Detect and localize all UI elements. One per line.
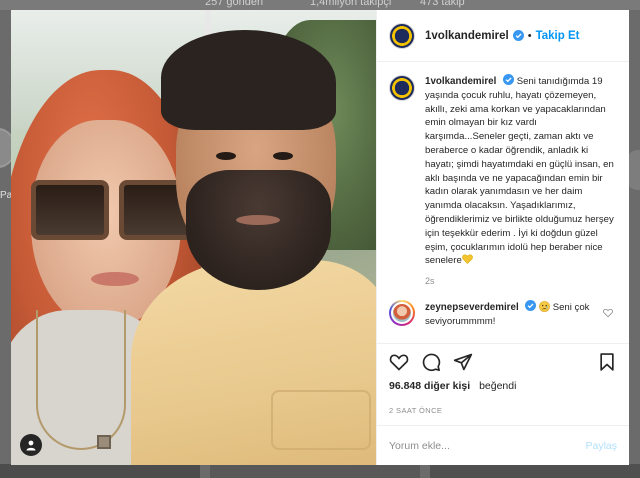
post-date[interactable]: 2 SAAT ÖNCE (389, 406, 617, 415)
following-count: 473 takip (420, 0, 465, 8)
add-comment-bar: Paylaş (377, 425, 629, 465)
caption: 1volkandemirel Seni tanıdığımda 19 yaşın… (389, 74, 617, 268)
likes-count: 96.848 (389, 380, 422, 392)
action-icons (389, 344, 617, 380)
verified-badge-icon (512, 30, 524, 41)
user-icon (26, 440, 36, 451)
post-sidebar: 1volkandemirel • Takip Et 1volkandemirel… (376, 10, 629, 465)
caption-username[interactable]: 1volkandemirel (425, 76, 496, 87)
crying-face-icon (539, 301, 550, 313)
tagged-users-button[interactable] (20, 434, 42, 456)
save-bookmark-icon[interactable] (597, 352, 617, 372)
yellow-heart-icon (462, 254, 473, 265)
comment-input[interactable] (389, 439, 586, 452)
post-actions: 96.848 diğer kişi beğendi 2 SAAT ÖNCE Pa… (377, 343, 629, 465)
grid-thumbnail[interactable] (430, 464, 640, 478)
post-modal: 1volkandemirel • Takip Et 1volkandemirel… (11, 10, 629, 465)
likes-verb: beğendi (479, 380, 517, 392)
caption-age[interactable]: 2s (425, 276, 617, 286)
share-paper-plane-icon[interactable] (453, 352, 473, 372)
commenter-avatar[interactable] (389, 300, 415, 327)
author-avatar[interactable] (389, 22, 415, 49)
caption-text: Seni tanıdığımda 19 yaşında çocuk ruhlu,… (425, 76, 614, 267)
post-comment-button[interactable]: Paylaş (585, 440, 617, 452)
verified-badge-icon (525, 300, 537, 312)
followers-count: 1,4milyon takipçi (310, 0, 392, 8)
like-comment-heart-icon[interactable] (603, 308, 613, 318)
profile-stats-strip: 257 gönderi 1,4milyon takipçi 473 takip (0, 0, 640, 10)
like-heart-icon[interactable] (389, 352, 409, 372)
follow-button[interactable]: Takip Et (536, 30, 580, 42)
posts-count: 257 gönderi (205, 0, 264, 8)
caption-avatar[interactable] (389, 75, 415, 101)
commenter-username[interactable]: zeynepseverdemirel (425, 302, 519, 313)
separator-dot: • (527, 29, 532, 42)
author-username[interactable]: 1volkandemirel (425, 30, 509, 42)
post-photo[interactable] (11, 10, 376, 465)
comment-bubble-icon[interactable] (421, 352, 441, 372)
grid-thumbnail[interactable] (210, 464, 420, 478)
comments-section: 1volkandemirel Seni tanıdığımda 19 yaşın… (377, 62, 629, 343)
post-header: 1volkandemirel • Takip Et (377, 10, 629, 62)
likes-suffix: diğer kişi (424, 380, 471, 392)
likes-summary[interactable]: 96.848 diğer kişi beğendi (389, 380, 617, 392)
comment-item: zeynepseverdemirel Seni çok seviyorummmm… (389, 300, 617, 329)
verified-badge-icon (503, 74, 515, 85)
grid-thumbnail[interactable] (0, 464, 200, 478)
